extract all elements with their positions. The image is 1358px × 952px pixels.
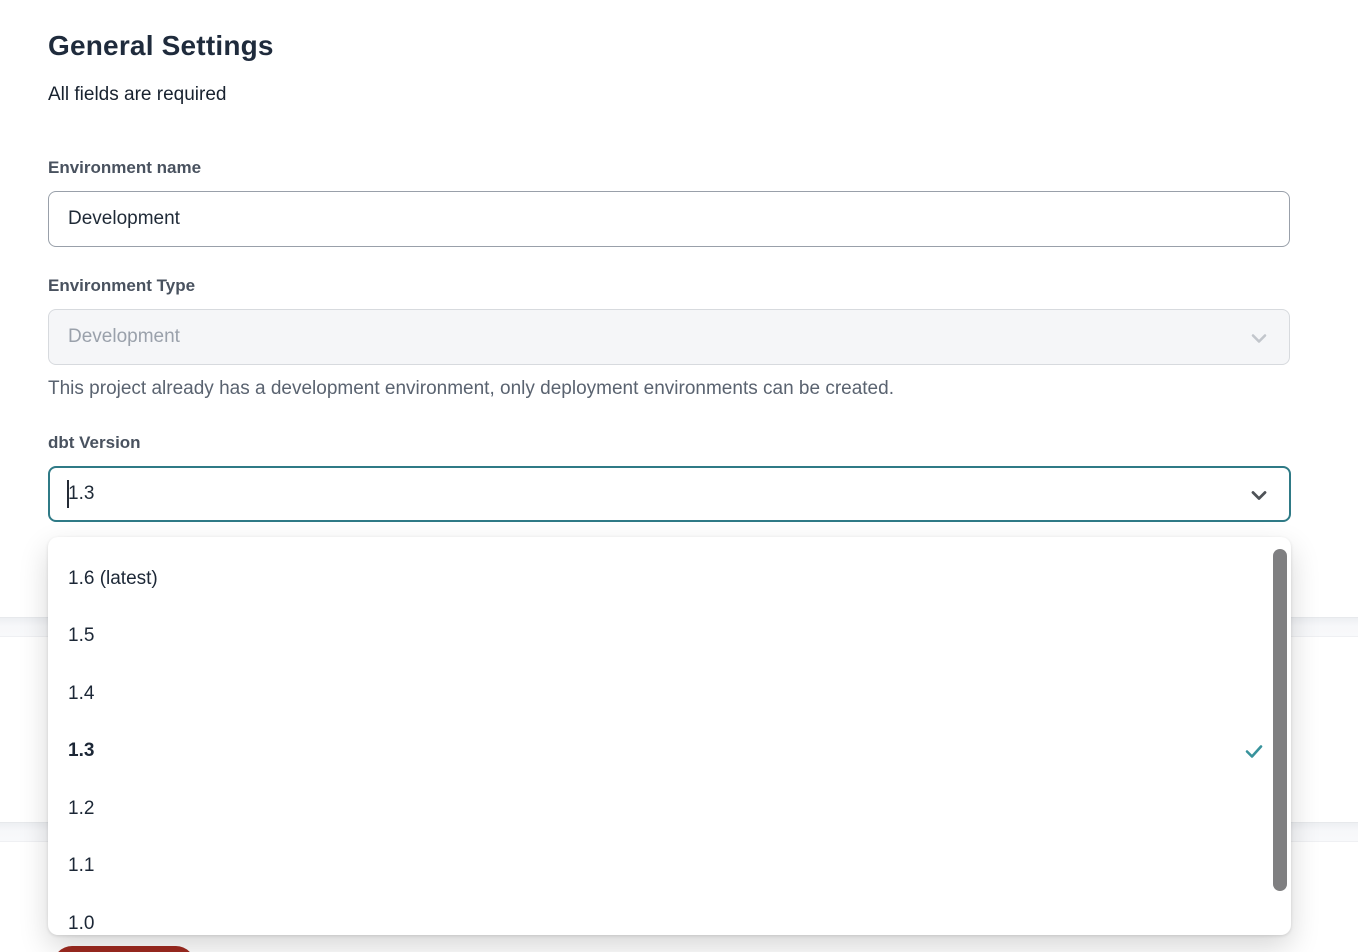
chevron-down-icon[interactable] <box>1247 483 1271 507</box>
dropdown-option[interactable]: 1.5 <box>48 608 1291 666</box>
dropdown-scrollbar[interactable] <box>1273 549 1287 891</box>
dropdown-option[interactable]: 1.2 <box>48 780 1291 838</box>
required-fields-note: All fields are required <box>48 84 226 106</box>
chevron-down-icon <box>1247 326 1271 350</box>
environment-type-help-text: This project already has a development e… <box>48 378 894 400</box>
dbt-version-combobox[interactable]: 1.3 <box>48 466 1291 522</box>
option-label: 1.1 <box>68 855 94 877</box>
option-label: 1.3 <box>68 740 94 762</box>
environment-settings-page: General Settings All fields are required… <box>0 0 1358 952</box>
danger-button-partial[interactable] <box>53 946 195 952</box>
option-label: 1.2 <box>68 798 94 820</box>
dropdown-option-selected[interactable]: 1.3 <box>48 723 1291 781</box>
dropdown-option[interactable]: 1.6 (latest) <box>48 550 1291 608</box>
environment-type-label: Environment Type <box>48 276 195 296</box>
dbt-version-label: dbt Version <box>48 433 141 453</box>
dropdown-option[interactable]: 1.0 <box>48 895 1291 935</box>
page-title: General Settings <box>48 30 274 62</box>
option-label: 1.4 <box>68 683 94 705</box>
option-label: 1.6 (latest) <box>68 568 158 590</box>
environment-type-select: Development <box>48 309 1290 365</box>
option-label: 1.5 <box>68 625 94 647</box>
environment-name-input[interactable] <box>48 191 1290 247</box>
dbt-version-dropdown-menu: 1.6 (latest) 1.5 1.4 1.3 1.2 1.1 1.0 <box>48 537 1291 935</box>
option-label: 1.0 <box>68 913 94 935</box>
dbt-version-value: 1.3 <box>68 483 94 505</box>
environment-name-label: Environment name <box>48 158 201 178</box>
dropdown-option[interactable]: 1.4 <box>48 665 1291 723</box>
environment-type-value: Development <box>68 326 180 348</box>
dropdown-option[interactable]: 1.1 <box>48 838 1291 896</box>
check-icon <box>1243 740 1265 762</box>
